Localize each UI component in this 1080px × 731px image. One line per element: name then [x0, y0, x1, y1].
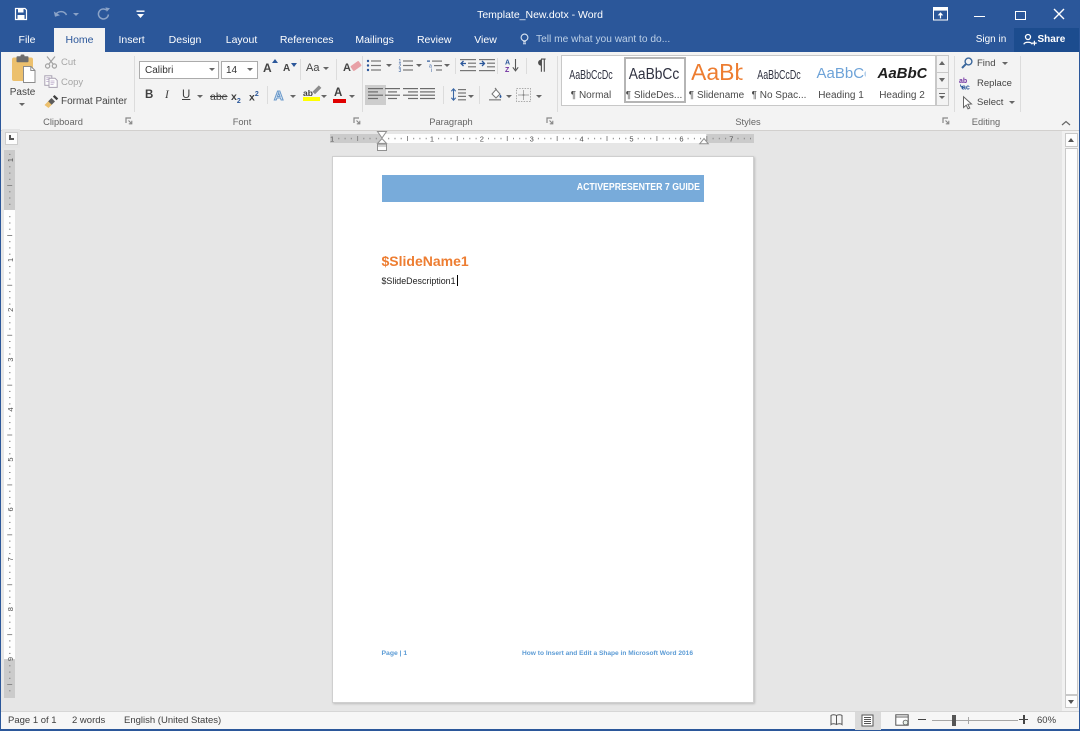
svg-text:i: i: [431, 68, 432, 74]
svg-text:4: 4: [579, 135, 583, 144]
svg-text:2: 2: [479, 135, 483, 144]
svg-text:6: 6: [679, 135, 683, 144]
svg-text:5: 5: [629, 135, 633, 144]
svg-text:7: 7: [729, 135, 733, 144]
svg-text:2: 2: [6, 308, 15, 312]
svg-text:1: 1: [429, 135, 433, 144]
svg-text:8: 8: [6, 607, 15, 611]
svg-text:9: 9: [6, 657, 15, 661]
svg-text:4: 4: [6, 408, 15, 412]
svg-text:1: 1: [6, 258, 15, 262]
svg-text:3: 3: [399, 68, 402, 74]
svg-text:A: A: [505, 60, 510, 67]
svg-text:3: 3: [6, 358, 15, 362]
svg-text:6: 6: [6, 507, 15, 511]
svg-text:1: 1: [330, 135, 334, 144]
svg-text:5: 5: [6, 457, 15, 461]
svg-text:3: 3: [529, 135, 533, 144]
svg-text:Z: Z: [505, 67, 510, 74]
svg-text:7: 7: [6, 557, 15, 561]
svg-text:1: 1: [6, 158, 15, 162]
